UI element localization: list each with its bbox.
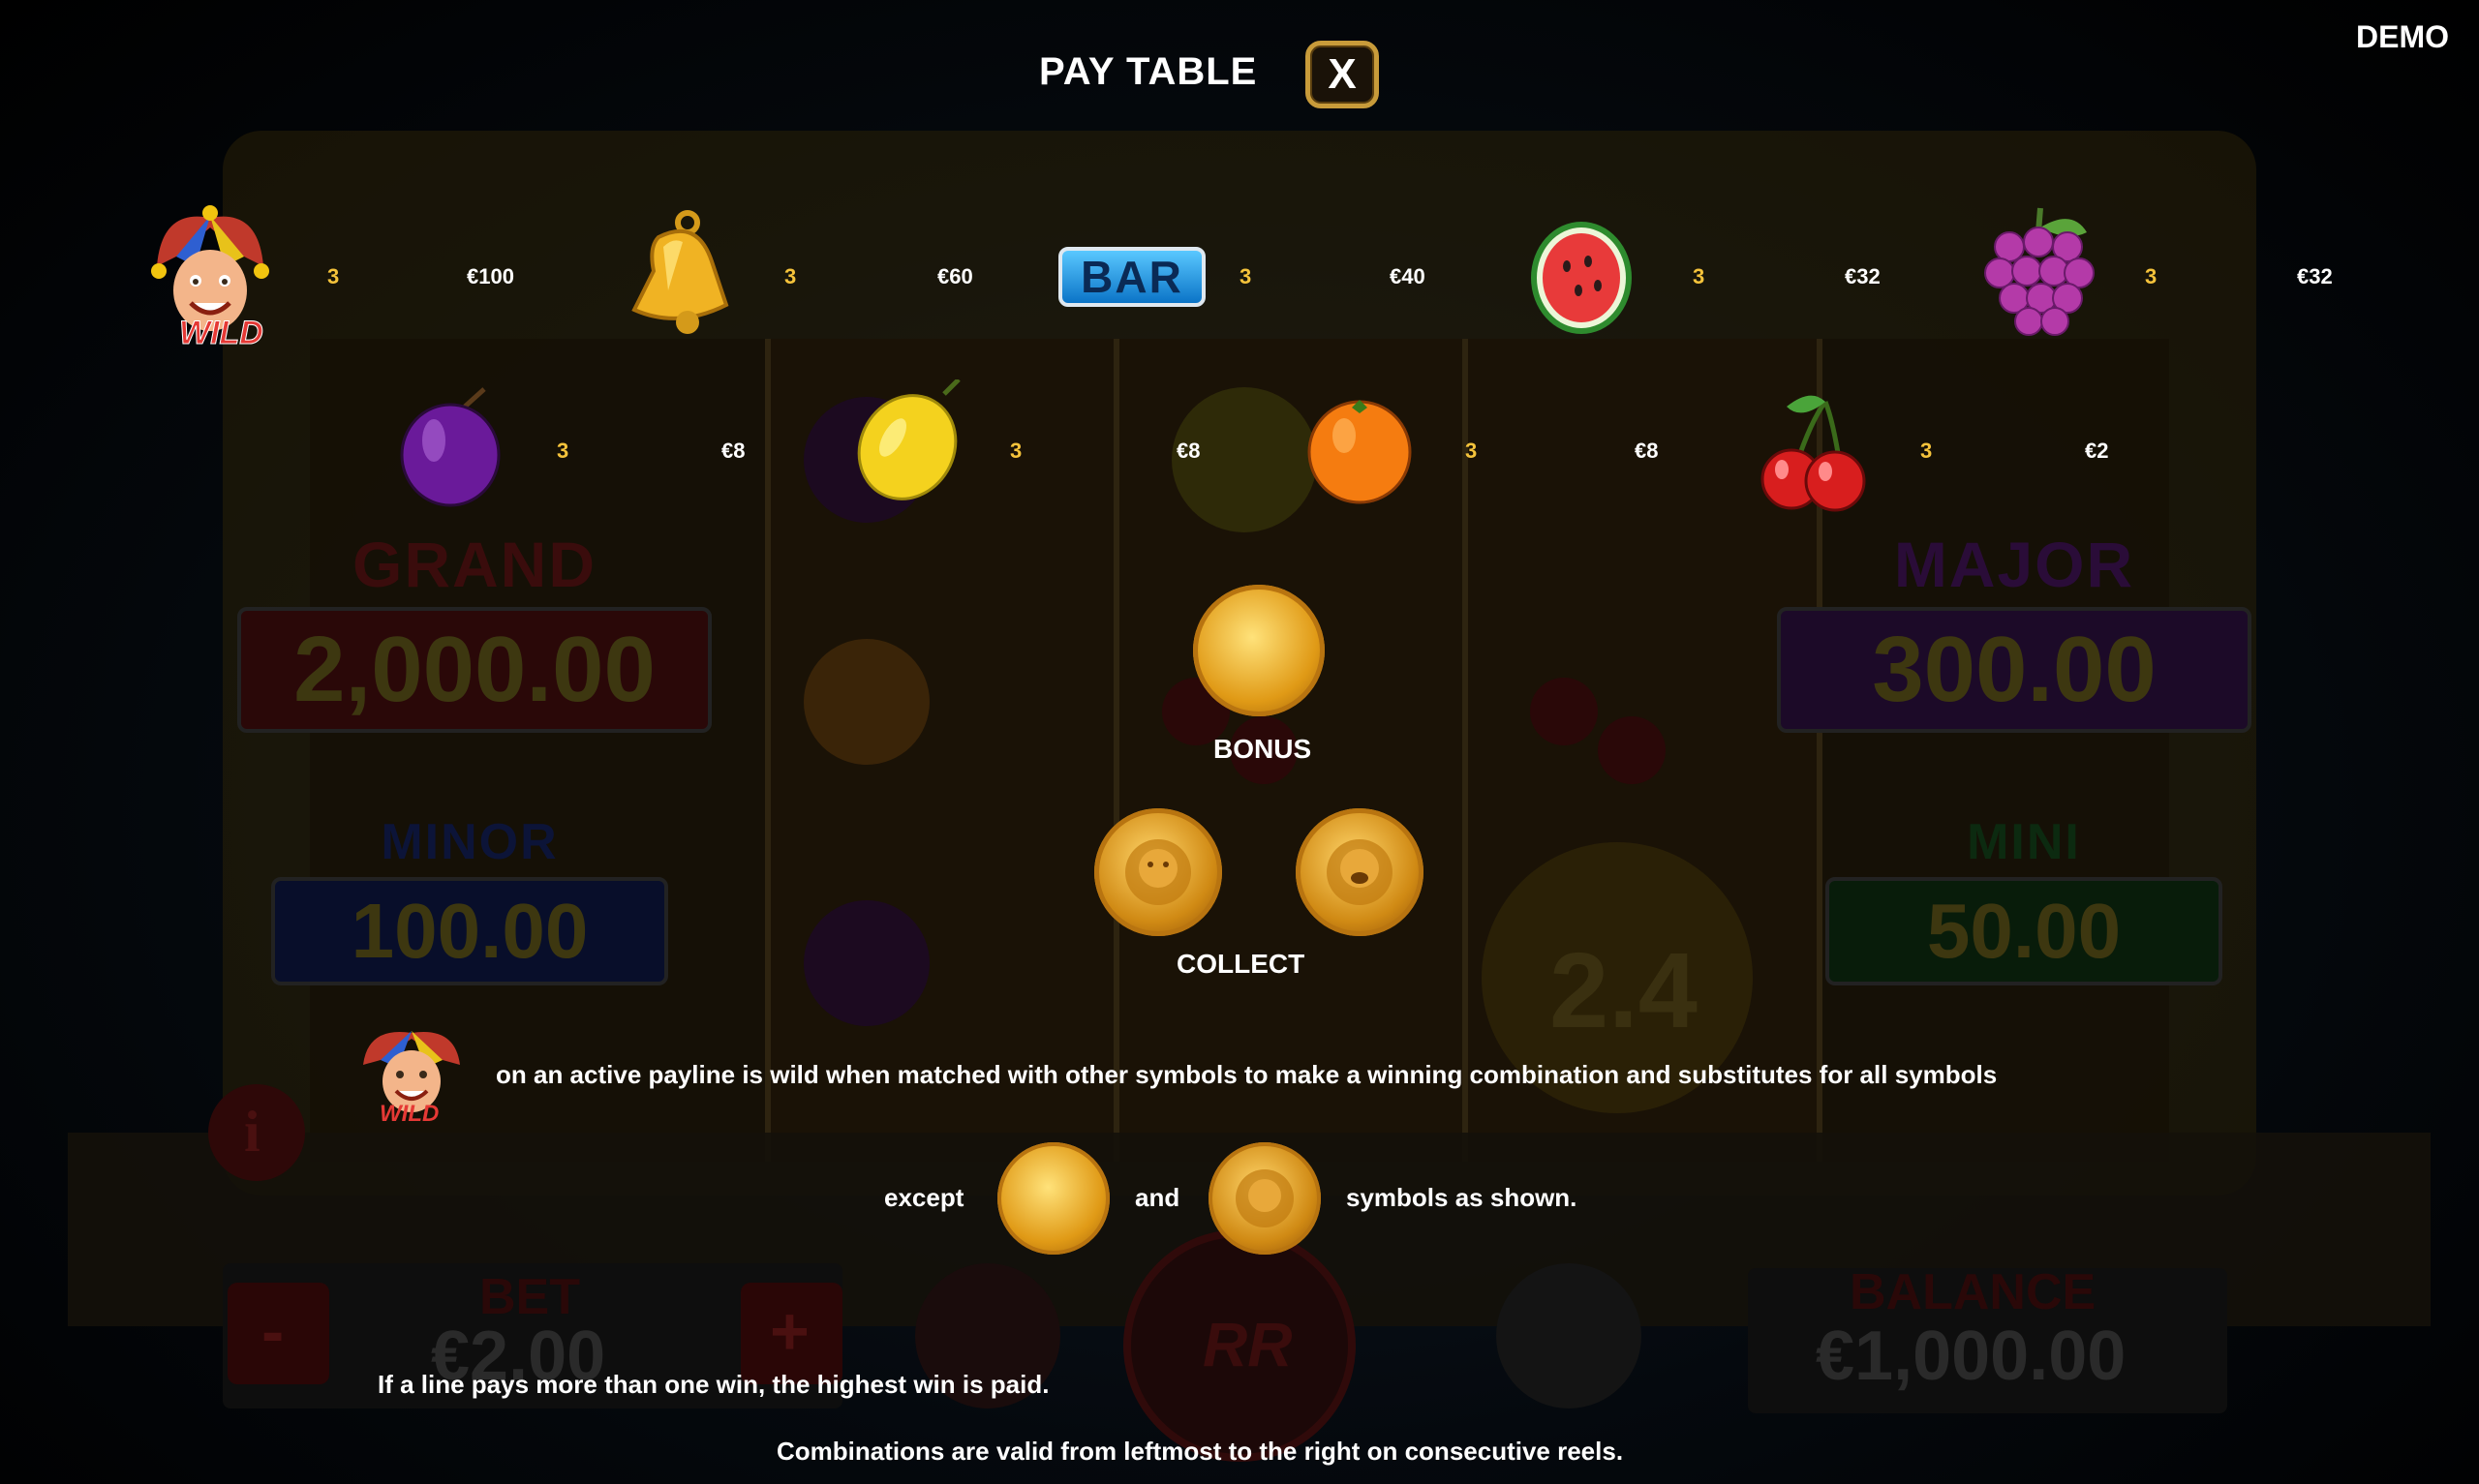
plum-amount: €8 [721, 439, 746, 463]
lemon-count: 3 [1010, 439, 1023, 463]
spin-logo: RR [1203, 1310, 1293, 1379]
bell-amount: €60 [937, 264, 973, 288]
balance-title: BALANCE [1850, 1264, 2096, 1320]
info-icon: i [244, 1100, 260, 1164]
grapes-count: 3 [2145, 264, 2158, 288]
bar-icon: BAR [1058, 247, 1206, 307]
bar-icon-label: BAR [1081, 252, 1183, 302]
bell-icon [620, 208, 731, 339]
cherry-count: 3 [1920, 439, 1933, 463]
wild-label: WILD [179, 315, 264, 352]
bonus-label: BONUS [1213, 734, 1312, 764]
and-label: and [1135, 1183, 1180, 1212]
jackpot-grand-value: 2,000.00 [237, 607, 712, 733]
page-title: PAY TABLE [1039, 50, 1258, 93]
balance-value: €1,000.00 [1816, 1317, 2127, 1395]
lemon-icon [852, 378, 964, 505]
collect-label: COLLECT [1177, 949, 1305, 979]
except-bonus-coin-icon [997, 1142, 1110, 1255]
jackpot-major-title: MAJOR [1893, 529, 2135, 600]
jackpot-grand-title: GRAND [352, 529, 597, 600]
close-icon: X [1328, 50, 1357, 98]
collect-lion-coin-icon [1094, 808, 1222, 936]
bar-amount: €40 [1390, 264, 1425, 288]
watermelon-count: 3 [1693, 264, 1705, 288]
wild-count: 3 [327, 264, 340, 288]
highest-win-rule: If a line pays more than one win, the hi… [378, 1370, 1050, 1399]
jackpot-major: MAJOR 300.00 [1777, 528, 2251, 733]
minus-icon: - [261, 1293, 285, 1369]
cherry-amount: €2 [2085, 439, 2109, 463]
bar-count: 3 [1240, 264, 1252, 288]
jackpot-mini-value: 50.00 [1825, 877, 2222, 985]
combinations-rule: Combinations are valid from leftmost to … [777, 1437, 1624, 1466]
jackpot-grand: GRAND 2,000.00 [237, 528, 712, 733]
grapes-amount: €32 [2297, 264, 2333, 288]
orange-icon [1307, 392, 1412, 508]
bg-cherry-icon [1530, 678, 1598, 745]
wild-small-label: WILD [380, 1101, 440, 1127]
jackpot-minor-title: MINOR [381, 814, 559, 870]
shown-label: symbols as shown. [1346, 1183, 1577, 1212]
collect-roaring-lion-coin-icon [1296, 808, 1423, 936]
jackpot-minor: MINOR 100.00 [271, 813, 668, 985]
plus-icon: + [770, 1293, 810, 1369]
bg-coin-value: 2.4 [1549, 931, 1698, 1050]
grapes-icon [1980, 203, 2101, 339]
jackpot-minor-value: 100.00 [271, 877, 668, 985]
plum-icon [397, 387, 504, 508]
jackpot-mini-title: MINI [1967, 814, 2081, 870]
plum-count: 3 [557, 439, 569, 463]
watermelon-amount: €32 [1845, 264, 1881, 288]
jackpot-major-value: 300.00 [1777, 607, 2251, 733]
bg-orange-icon [804, 639, 930, 765]
jackpot-mini: MINI 50.00 [1825, 813, 2222, 985]
except-label: except [884, 1183, 964, 1212]
bg-plum-icon [804, 900, 930, 1026]
wild-amount: €100 [467, 264, 514, 288]
orange-count: 3 [1465, 439, 1478, 463]
lemon-amount: €8 [1177, 439, 1201, 463]
watermelon-icon [1528, 218, 1635, 339]
cherry-icon [1758, 392, 1866, 513]
except-collect-coin-icon [1209, 1142, 1321, 1255]
orange-amount: €8 [1635, 439, 1659, 463]
turbo-button[interactable] [1496, 1263, 1641, 1408]
bell-count: 3 [784, 264, 797, 288]
wild-rule-text: on an active payline is wild when matche… [496, 1060, 1998, 1089]
close-button[interactable]: X [1305, 41, 1379, 108]
bonus-coin-icon [1193, 585, 1325, 716]
bg-cherry-icon [1598, 716, 1666, 784]
demo-badge: DEMO [2356, 19, 2449, 54]
